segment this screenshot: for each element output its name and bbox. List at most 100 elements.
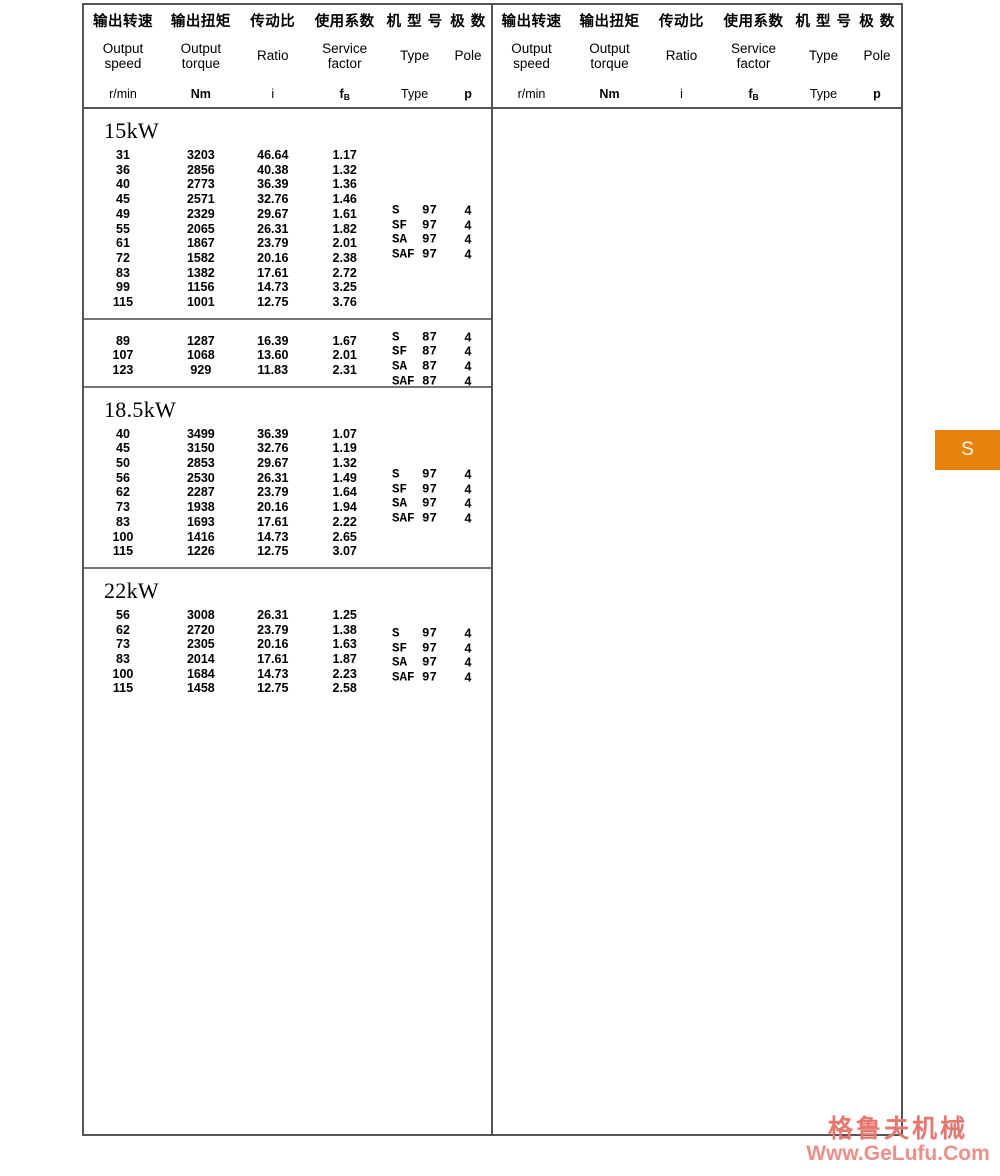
cell-ratio: 12.75 xyxy=(257,544,289,559)
header-en-output-speed-right-line1: Output xyxy=(511,40,552,56)
cell-torque: 1287 xyxy=(186,333,215,348)
cell-type: S 97 xyxy=(391,467,437,482)
type-designation-block: S 97 4 SF 97 4 SA 97 4 SAF 97 4 xyxy=(384,467,491,526)
specification-table: 输出转速 输出扭矩 传动比 使用系数 机 型 号 极 数 Output spee… xyxy=(82,3,903,1136)
cell-torque: 1684 xyxy=(186,666,215,681)
cell-type: SAF 87 xyxy=(391,374,437,389)
header-en-output-speed-line2: speed xyxy=(104,56,142,71)
header-en-type-right: Type xyxy=(808,48,839,64)
cell-torque: 2571 xyxy=(186,192,215,207)
header-cn-service-factor: 使用系数 xyxy=(314,14,375,31)
cell-speed: 100 xyxy=(112,529,134,544)
header-cn-output-torque: 输出扭矩 xyxy=(170,14,231,31)
section-content: 40 3499 36.39 1.07 45 3150 32.76 1.19 50 2853 29.6… xyxy=(84,427,491,567)
cell-speed: 56 xyxy=(116,607,130,622)
cell-service-factor: 2.01 xyxy=(332,348,357,363)
header-en-pole: Pole xyxy=(454,48,482,64)
cell-torque: 2773 xyxy=(186,177,215,192)
cell-pole: 4 xyxy=(464,345,472,359)
header-en-pole-right: Pole xyxy=(863,48,891,64)
cell-speed: 56 xyxy=(116,470,130,485)
unit-service-factor-right: fB xyxy=(715,87,793,102)
header-en-service-factor-right-line2: factor xyxy=(736,56,771,71)
table-panel-left: 输出转速 输出扭矩 传动比 使用系数 机 型 号 极 数 Output spee… xyxy=(84,5,493,1134)
cell-service-factor: 1.19 xyxy=(332,441,357,456)
unit-output-torque-right: Nm xyxy=(599,86,620,101)
header-row-chinese-right: 输出转速 输出扭矩 传动比 使用系数 机 型 号 极 数 xyxy=(493,5,902,34)
cell-pole: 4 xyxy=(464,670,472,685)
cell-speed: 99 xyxy=(116,280,130,295)
header-en-output-speed-right: Output speed xyxy=(493,41,571,71)
cell-speed: 83 xyxy=(116,514,130,529)
cell-service-factor: 1.82 xyxy=(332,221,357,236)
table-body-left: 15kW 31 3203 46.64 1.17 36 2856 40.38 1.32 40 2773… xyxy=(84,109,491,704)
cell-pole: 4 xyxy=(464,374,472,389)
cell-pole: 4 xyxy=(464,232,472,247)
cell-type: S 97 xyxy=(391,203,437,218)
cell-service-factor: 2.23 xyxy=(332,666,357,681)
cell-ratio: 11.83 xyxy=(257,363,289,378)
type-row: SA 97 4 xyxy=(384,656,491,671)
cell-torque: 1938 xyxy=(186,500,215,515)
cell-speed: 45 xyxy=(116,441,130,456)
cell-torque: 2720 xyxy=(186,622,215,637)
header-en-ratio-right: Ratio xyxy=(665,48,698,64)
watermark: 格鲁夫机械 Www.GeLufu.Com xyxy=(800,1116,996,1164)
header-row-units-right: r/min Nm i fB Type p xyxy=(493,78,902,109)
header-cn-service-factor-right: 使用系数 xyxy=(723,14,784,31)
cell-pole: 4 xyxy=(464,641,472,656)
cell-ratio: 12.75 xyxy=(257,681,289,696)
table-row: 40 2773 36.39 1.36 xyxy=(84,177,491,192)
cell-pole: 4 xyxy=(464,330,472,345)
table-row: 100 1416 14.73 2.65 xyxy=(84,529,491,544)
unit-sf-subscript-right: B xyxy=(752,91,759,102)
cell-ratio: 26.31 xyxy=(257,607,289,622)
section-tab-s[interactable]: S xyxy=(935,430,1000,470)
cell-type: SA 97 xyxy=(391,232,437,247)
column-header-left: 输出转速 输出扭矩 传动比 使用系数 机 型 号 极 数 Output spee… xyxy=(84,5,491,109)
cell-torque: 2856 xyxy=(186,162,215,177)
cell-ratio: 17.61 xyxy=(257,514,289,529)
cell-ratio: 32.76 xyxy=(257,441,289,456)
cell-ratio: 13.60 xyxy=(257,348,289,363)
cell-ratio: 40.38 xyxy=(257,162,289,177)
header-cn-output-speed: 输出转速 xyxy=(92,14,153,31)
cell-speed: 73 xyxy=(116,637,130,652)
cell-ratio: 23.79 xyxy=(257,236,289,251)
header-en-output-torque-line1: Output xyxy=(180,40,222,56)
cell-ratio: 14.73 xyxy=(257,529,289,544)
cell-pole: 4 xyxy=(464,218,472,233)
cell-torque: 1156 xyxy=(187,280,215,295)
cell-service-factor: 1.07 xyxy=(332,426,357,441)
cell-torque: 2530 xyxy=(186,470,215,485)
cell-ratio: 36.39 xyxy=(257,177,289,192)
power-rating-title: 15kW xyxy=(104,118,159,143)
cell-ratio: 17.61 xyxy=(257,651,289,666)
type-row: SF 97 4 xyxy=(384,218,491,233)
cell-torque: 3008 xyxy=(186,607,215,622)
cell-type: SAF 97 xyxy=(391,670,437,685)
header-en-output-torque-right: Output torque xyxy=(571,41,649,71)
cell-speed: 62 xyxy=(116,622,130,637)
cell-ratio: 16.39 xyxy=(257,333,289,348)
header-cn-type: 机 型 号 xyxy=(386,14,443,31)
cell-speed: 62 xyxy=(116,485,130,500)
cell-type: SAF 97 xyxy=(391,511,437,526)
unit-type: Type xyxy=(401,86,429,101)
table-panel-right: 输出转速 输出扭矩 传动比 使用系数 机 型 号 极 数 Output spee… xyxy=(492,5,902,1134)
header-cn-output-speed-right: 输出转速 xyxy=(501,14,562,31)
type-row: SA 97 4 xyxy=(384,497,491,512)
cell-pole: 4 xyxy=(464,482,472,497)
section-content: 56 3008 26.31 1.25 62 2720 23.79 1.38 73 2305 20.1… xyxy=(84,608,491,704)
header-en-output-speed-line1: Output xyxy=(102,40,144,56)
cell-torque: 2305 xyxy=(186,637,215,652)
cell-torque: 3499 xyxy=(186,426,215,441)
cell-ratio: 20.16 xyxy=(257,500,289,515)
cell-torque: 2014 xyxy=(186,651,215,666)
cell-service-factor: 1.46 xyxy=(332,192,357,207)
table-row: 40 3499 36.39 1.07 xyxy=(84,427,491,442)
cell-ratio: 46.64 xyxy=(257,148,289,163)
cell-torque: 3150 xyxy=(186,441,215,456)
cell-service-factor: 1.61 xyxy=(332,206,357,221)
header-cn-pole-right: 极 数 xyxy=(859,14,895,31)
